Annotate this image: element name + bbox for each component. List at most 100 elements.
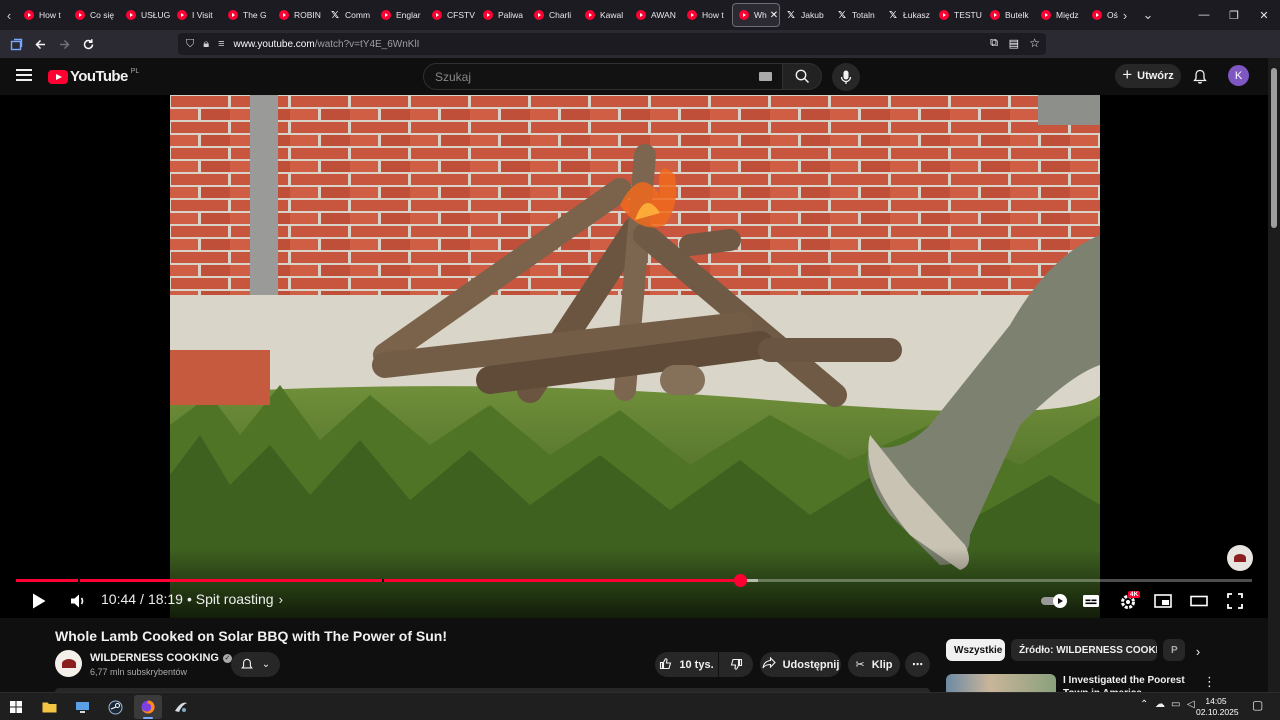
speaker-icon[interactable]: ◁ xyxy=(1187,699,1195,710)
steam-icon[interactable] xyxy=(101,695,129,719)
page-scrollbar[interactable] xyxy=(1268,58,1280,692)
browser-tab[interactable]: The G xyxy=(222,3,273,27)
chip-more[interactable]: P xyxy=(1163,639,1185,661)
browser-tab[interactable]: Paliwa xyxy=(477,3,528,27)
lock-icon[interactable]: 🔒︎ xyxy=(203,38,209,51)
browser-tab[interactable]: Kawal xyxy=(579,3,630,27)
chapter-title[interactable]: • Spit roasting xyxy=(187,591,274,607)
notification-center-icon[interactable]: ▢ xyxy=(1252,698,1263,712)
guide-menu-icon[interactable] xyxy=(16,69,32,81)
tracking-shield-icon[interactable]: ⛉ xyxy=(186,38,194,51)
firefox-icon[interactable] xyxy=(134,695,162,719)
bookmark-star-icon[interactable]: ☆ xyxy=(1029,36,1040,50)
video-player[interactable]: 10:44 / 18:19 • Spit roasting › 4K xyxy=(0,95,1268,618)
youtube-favicon-icon xyxy=(279,10,289,20)
miniplayer-button[interactable] xyxy=(1152,589,1174,613)
mute-button[interactable] xyxy=(66,589,90,613)
tab-groups-icon[interactable] xyxy=(4,32,28,56)
file-explorer-icon[interactable] xyxy=(35,695,63,719)
browser-tab[interactable]: 𝕏 Jakub xyxy=(780,3,831,27)
settings-button[interactable]: 4K xyxy=(1115,589,1143,613)
permissions-icon[interactable]: ≡ xyxy=(218,38,224,50)
address-bar[interactable]: ⛉ 🔒︎ ≡ www.youtube.com/watch?v=tY4E_6WnK… xyxy=(178,33,1046,55)
list-all-tabs-icon[interactable]: ⌄ xyxy=(1138,0,1158,30)
browser-tab[interactable]: 𝕏 Comm xyxy=(324,3,375,27)
play-button[interactable] xyxy=(28,589,50,613)
browser-tab[interactable]: Charli xyxy=(528,3,579,27)
channel-avatar[interactable] xyxy=(55,650,82,677)
browser-tab[interactable]: AWAN xyxy=(630,3,681,27)
like-button[interactable]: 10 tys. xyxy=(655,652,718,677)
browser-tab[interactable]: Butelk xyxy=(984,3,1035,27)
network-icon[interactable]: ▭ xyxy=(1171,699,1180,710)
youtube-logo[interactable]: YouTube PL xyxy=(48,68,139,85)
tab-label: Butelk xyxy=(1005,10,1029,20)
recommended-title[interactable]: I Investigated the Poorest Town in Ameri… xyxy=(1063,674,1203,692)
channel-watermark[interactable] xyxy=(1227,545,1253,571)
scrollbar-thumb[interactable] xyxy=(1271,68,1277,228)
search-input[interactable]: Szukaj xyxy=(423,63,783,90)
account-avatar[interactable]: K xyxy=(1228,65,1249,86)
maximize-icon[interactable]: ❐ xyxy=(1218,0,1250,30)
close-window-icon[interactable]: ✕ xyxy=(1248,0,1280,30)
recommended-menu-icon[interactable]: ⋮ xyxy=(1203,674,1216,690)
browser-tab[interactable]: Englar xyxy=(375,3,426,27)
chevron-right-icon[interactable]: › xyxy=(1188,641,1208,661)
search-button[interactable] xyxy=(782,63,822,90)
back-icon[interactable] xyxy=(28,32,52,56)
tab-label: Totaln xyxy=(852,10,875,20)
browser-tab[interactable]: TESTU xyxy=(933,3,984,27)
tab-scroll-right-icon[interactable]: › xyxy=(1116,0,1134,30)
keyboard-icon[interactable] xyxy=(759,72,772,81)
chip-source-channel[interactable]: Źródło: WILDERNESS COOKING xyxy=(1011,639,1157,661)
reader-view-icon[interactable]: ▤ xyxy=(1009,37,1019,50)
youtube-favicon-icon xyxy=(585,10,595,20)
voice-search-button[interactable] xyxy=(832,63,860,91)
this-pc-icon[interactable] xyxy=(68,695,96,719)
recommended-thumbnail[interactable] xyxy=(946,674,1056,694)
browser-tab[interactable]: CFSTV xyxy=(426,3,477,27)
browser-tab[interactable]: Międz xyxy=(1035,3,1086,27)
theater-mode-button[interactable] xyxy=(1188,589,1210,613)
tab-label: Wh xyxy=(754,10,767,20)
video-frame[interactable] xyxy=(170,95,1100,618)
dislike-button[interactable] xyxy=(719,652,753,677)
channel-name[interactable]: WILDERNESS COOKING ✓ xyxy=(90,652,232,664)
browser-tab[interactable]: How t xyxy=(681,3,732,27)
more-actions-button[interactable]: ⋯ xyxy=(905,652,930,677)
browser-tab[interactable]: 𝕏 Totaln xyxy=(831,3,882,27)
browser-tab[interactable]: Co się xyxy=(69,3,120,27)
browser-tab[interactable]: USŁUG xyxy=(120,3,171,27)
minimize-icon[interactable]: — xyxy=(1188,0,1220,30)
subscriber-count: 6,77 mln subskrybentów xyxy=(90,667,188,677)
subscription-notifications-button[interactable]: ⌄ xyxy=(231,652,280,677)
create-button[interactable]: + Utwórz xyxy=(1115,64,1181,88)
app-icon[interactable] xyxy=(167,695,195,719)
picture-in-picture-icon[interactable]: ⧉ xyxy=(990,37,998,50)
browser-tab[interactable]: Ośn xyxy=(1086,3,1118,27)
tab-scroll-left-icon[interactable]: ‹ xyxy=(0,0,18,30)
bell-icon xyxy=(1193,69,1207,84)
url-host: www.youtube.com xyxy=(233,38,315,50)
forward-icon[interactable] xyxy=(52,32,76,56)
browser-tab[interactable]: How t xyxy=(18,3,69,27)
chapter-chevron-icon[interactable]: › xyxy=(279,592,283,607)
share-button[interactable]: Udostępnij xyxy=(760,652,841,677)
progress-bar[interactable] xyxy=(16,574,1252,587)
close-tab-icon[interactable]: ✕ xyxy=(770,10,778,21)
fullscreen-button[interactable] xyxy=(1224,589,1246,613)
chip-all[interactable]: Wszystkie xyxy=(946,639,1005,661)
browser-tab[interactable]: Wh ✕ xyxy=(732,3,780,27)
browser-tab[interactable]: ROBIN xyxy=(273,3,324,27)
reload-icon[interactable] xyxy=(76,32,100,56)
start-button[interactable] xyxy=(2,695,30,719)
subtitles-button[interactable] xyxy=(1080,589,1102,613)
taskbar-clock[interactable]: 14:05 02.10.2025 xyxy=(1196,696,1239,718)
clip-button[interactable]: ✂ Klip xyxy=(848,652,900,677)
autoplay-toggle[interactable] xyxy=(1040,589,1070,613)
tray-overflow-icon[interactable]: ⌃ xyxy=(1140,699,1148,710)
browser-tab[interactable]: 𝕏 Łukasz xyxy=(882,3,933,27)
browser-tab[interactable]: I Visit xyxy=(171,3,222,27)
cloud-icon[interactable]: ☁ xyxy=(1155,699,1165,710)
notifications-button[interactable] xyxy=(1190,66,1210,86)
